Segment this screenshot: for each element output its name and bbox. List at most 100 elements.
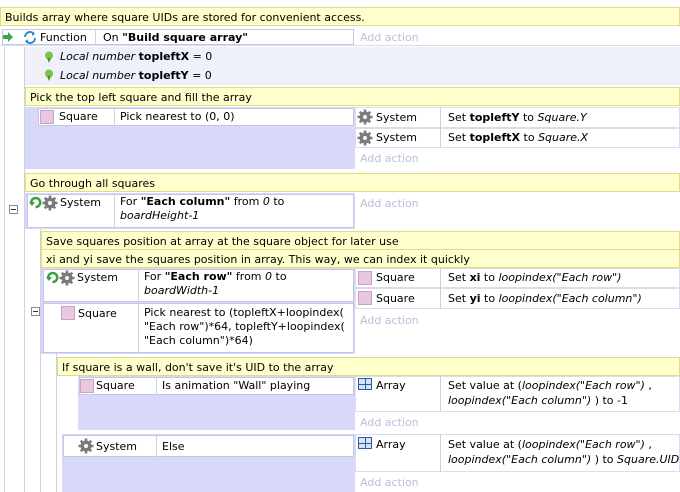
local-value: = 0: [188, 69, 212, 82]
comment-pick[interactable]: Pick the top left square and fill the ar…: [25, 87, 680, 106]
comment-wall[interactable]: If square is a wall, don't save it's UID…: [57, 357, 680, 376]
comment-go-through[interactable]: Go through all squares: [25, 173, 680, 192]
divider: [440, 128, 441, 148]
square-object-icon: [80, 379, 94, 393]
divider: [156, 435, 157, 457]
comment-text: xi and yi save the squares position in a…: [46, 253, 470, 266]
action-to: to: [480, 292, 499, 305]
action-arg: loopindex("Each column"): [448, 453, 592, 466]
array-object-icon: [358, 437, 372, 449]
action-sep: ,: [644, 438, 652, 451]
local-variable-topleftX[interactable]: Local number topleftX = 0: [60, 49, 212, 64]
action-var: yi: [469, 292, 481, 305]
local-variable-icon: [44, 51, 54, 63]
action-prefix: Set value at (: [448, 379, 522, 392]
function-trigger[interactable]: On "Build square array": [103, 30, 248, 45]
condition-object: System: [77, 271, 119, 284]
local-variable-icon: [44, 69, 54, 81]
add-action-link[interactable]: Add action: [360, 30, 419, 45]
action-object: System: [376, 111, 418, 124]
divider: [156, 377, 157, 395]
action-value: loopindex("Each row"): [498, 271, 622, 284]
comment-text: Go through all squares: [30, 177, 156, 190]
local-prefix: Local number: [60, 50, 139, 63]
action-object: Square: [376, 292, 415, 305]
condition-text: For "Each row" from 0 to boardWidth-1: [144, 270, 352, 298]
divider: [114, 108, 115, 126]
action-object: System: [376, 131, 418, 144]
loop-end: boardWidth-1: [144, 284, 220, 297]
action-object: Array: [376, 379, 406, 392]
condition-text: For "Each column" from 0 to boardHeight-…: [120, 195, 352, 223]
action-var: topleftY: [469, 111, 520, 124]
arrow-right-icon: [3, 31, 13, 43]
loop-end: boardHeight-1: [120, 209, 200, 222]
loop-icon: [46, 271, 59, 284]
system-gear-icon: [357, 130, 373, 146]
collapse-toggle[interactable]: [9, 205, 18, 214]
comment-save-1[interactable]: Save squares position at array at the sq…: [41, 231, 680, 250]
condition-object: System: [60, 196, 102, 209]
for-prefix: For: [120, 195, 141, 208]
collapse-toggle[interactable]: [31, 307, 40, 316]
for-prefix: For: [144, 270, 165, 283]
square-object-icon: [61, 306, 75, 320]
system-gear-icon: [357, 109, 373, 125]
divider: [440, 107, 441, 128]
add-action-link[interactable]: Add action: [360, 313, 419, 328]
add-action-link[interactable]: Add action: [360, 475, 419, 490]
comment-save-2[interactable]: xi and yi save the squares position in a…: [41, 249, 680, 268]
comment-text: If square is a wall, don't save it's UID…: [62, 361, 334, 374]
from-label: from: [230, 195, 263, 208]
divider: [114, 194, 115, 228]
condition-object: Square: [59, 110, 98, 123]
divider: [138, 303, 139, 353]
local-value: = 0: [189, 50, 213, 63]
loop-name: "Each column": [140, 195, 231, 208]
add-action-link[interactable]: Add action: [360, 151, 419, 166]
to-label: to: [269, 195, 285, 208]
action-arg: loopindex("Each column"): [448, 394, 592, 407]
on-prefix: On: [103, 31, 123, 44]
action-suffix: ) to: [591, 453, 618, 466]
action-prefix: Set: [448, 292, 470, 305]
square-object-icon: [358, 291, 372, 305]
loop-start: 0: [262, 195, 270, 208]
loop-start: 0: [265, 270, 273, 283]
condition-text: Pick nearest to (0, 0): [120, 110, 235, 123]
indent-line: [4, 47, 5, 492]
local-prefix: Local number: [60, 69, 139, 82]
to-label: to: [272, 270, 287, 283]
condition-text: Pick nearest to (topleftX+loopindex( "Ea…: [144, 306, 345, 347]
action-to: to: [520, 131, 539, 144]
action-to: to: [519, 111, 538, 124]
action-prefix: Set: [448, 271, 470, 284]
add-action-link[interactable]: Add action: [360, 196, 419, 211]
action-value: Square.UID: [617, 453, 680, 466]
divider: [440, 268, 441, 288]
local-name: topleftX: [138, 50, 190, 63]
local-variable-topleftY[interactable]: Local number topleftY = 0: [60, 68, 212, 83]
function-refresh-icon: [23, 31, 37, 44]
square-object-icon: [358, 271, 372, 285]
action-object: Square: [376, 271, 415, 284]
action-prefix: Set: [448, 131, 470, 144]
action-var: topleftX: [469, 131, 521, 144]
action-value: Square.X: [538, 131, 589, 144]
action-arg: loopindex("Each row"): [521, 438, 645, 451]
divider: [95, 29, 96, 45]
condition-object: System: [96, 440, 138, 453]
divider: [440, 434, 441, 472]
action-text: Set topleftY to Square.Y: [448, 110, 587, 125]
loop-icon: [29, 196, 42, 209]
comment-top[interactable]: Builds array where square UIDs are store…: [0, 7, 680, 26]
action-text: Set value at (loopindex("Each row") , loo…: [448, 378, 652, 408]
system-gear-icon: [78, 438, 94, 454]
action-sep: ,: [644, 379, 652, 392]
array-object-icon: [358, 378, 372, 390]
action-text: Set topleftX to Square.X: [448, 130, 588, 145]
add-action-link[interactable]: Add action: [360, 415, 419, 430]
square-object-icon: [40, 110, 54, 124]
comment-text: Builds array where square UIDs are store…: [5, 11, 365, 24]
condition-object: Square: [78, 307, 117, 320]
